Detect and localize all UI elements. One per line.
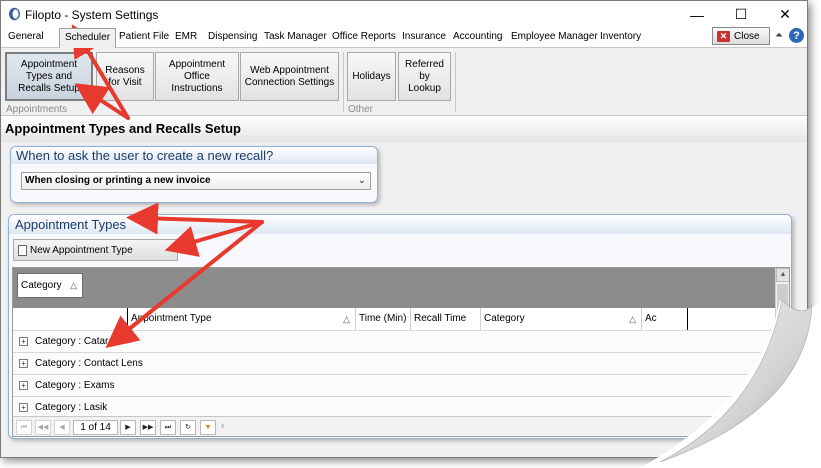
new-document-icon bbox=[18, 244, 27, 256]
close-button-label: Close bbox=[734, 30, 760, 42]
system-settings-window: Filopto - System Settings — ☐ ✕ General … bbox=[0, 0, 808, 458]
ribbon-separator bbox=[343, 52, 344, 112]
group-row-label: Category : Contact Lens bbox=[35, 358, 143, 369]
collapse-ribbon-icon[interactable]: ⏶ bbox=[775, 30, 783, 41]
settings-tab-bar: General Scheduler Patient File EMR Dispe… bbox=[1, 28, 807, 48]
refresh-icon[interactable]: ↻ bbox=[180, 420, 196, 435]
sort-icon: △ bbox=[343, 314, 350, 324]
appointment-types-panel: Appointment Types New Appointment Type C… bbox=[8, 214, 792, 439]
previous-record-icon[interactable]: ◀ bbox=[54, 420, 70, 435]
window-title: Filopto - System Settings bbox=[25, 8, 159, 22]
group-by-label: Category bbox=[21, 280, 62, 291]
expand-plus-icon[interactable]: + bbox=[19, 359, 28, 368]
tab-general[interactable]: General bbox=[8, 31, 44, 42]
help-icon[interactable]: ? bbox=[789, 28, 804, 43]
group-row-lasik[interactable]: + Category : Lasik bbox=[13, 396, 775, 418]
tab-dispensing[interactable]: Dispensing bbox=[208, 31, 257, 42]
column-header-label: Category bbox=[484, 313, 525, 324]
column-header-appointment-type[interactable]: Appointment Type △ bbox=[127, 308, 355, 330]
scheduler-ribbon: Appointment Types and Recalls Setup Reas… bbox=[1, 47, 807, 116]
column-header-active[interactable]: Ac bbox=[641, 308, 687, 330]
referred-by-lookup-button[interactable]: Referred by Lookup bbox=[398, 52, 451, 101]
page-title: Appointment Types and Recalls Setup bbox=[5, 121, 241, 136]
column-header-category[interactable]: Category △ bbox=[480, 308, 641, 330]
minimize-button[interactable]: — bbox=[675, 1, 719, 28]
column-header-recall-time[interactable]: Recall Time bbox=[410, 308, 480, 330]
group-by-category-chip[interactable]: Category △ bbox=[17, 273, 83, 298]
column-header-label: Appointment Type bbox=[131, 313, 212, 324]
new-appointment-type-label: New Appointment Type bbox=[30, 244, 133, 256]
group-row-exams[interactable]: + Category : Exams bbox=[13, 374, 775, 396]
appointment-types-heading: Appointment Types bbox=[9, 215, 791, 234]
appointment-types-button[interactable]: Appointment Types and Recalls Setup bbox=[5, 52, 93, 101]
window-close-button[interactable]: ✕ bbox=[763, 1, 807, 28]
ribbon-separator bbox=[455, 52, 456, 112]
tab-employee-manager[interactable]: Employee Manager bbox=[511, 31, 598, 42]
filter-icon[interactable]: ▼ bbox=[200, 420, 216, 435]
recall-trigger-value: When closing or printing a new invoice bbox=[25, 175, 211, 186]
grid-vertical-scrollbar[interactable]: ▲ bbox=[775, 268, 789, 436]
column-header-extra bbox=[687, 308, 775, 330]
group-row-label: Category : Exams bbox=[35, 380, 115, 391]
recall-trigger-select[interactable]: When closing or printing a new invoice ⌄ bbox=[21, 172, 371, 190]
expand-plus-icon[interactable]: + bbox=[19, 403, 28, 412]
first-page-icon[interactable]: ⏮ bbox=[16, 420, 32, 435]
recall-settings-panel: When to ask the user to create a new rec… bbox=[10, 146, 378, 203]
close-button[interactable]: ✕ Close bbox=[712, 27, 770, 45]
filopto-logo-icon bbox=[9, 7, 20, 21]
last-page-icon[interactable]: ⏭ bbox=[160, 420, 176, 435]
grid-pager: ⏮ ◀◀ ◀ 1 of 14 ▶ ▶▶ ⏭ ↻ ▼ ‹ bbox=[13, 416, 775, 436]
tab-inventory[interactable]: Inventory bbox=[600, 31, 641, 42]
new-appointment-type-button[interactable]: New Appointment Type bbox=[13, 239, 178, 261]
expand-plus-icon[interactable]: + bbox=[19, 381, 28, 390]
expand-plus-icon[interactable]: + bbox=[19, 337, 28, 346]
ribbon-group-appointments: Appointments bbox=[6, 104, 68, 115]
group-row-contact-lens[interactable]: + Category : Contact Lens bbox=[13, 352, 775, 374]
tab-patient-file[interactable]: Patient File bbox=[119, 31, 169, 42]
tab-insurance[interactable]: Insurance bbox=[402, 31, 446, 42]
grid-header: Appointment Type △ Time (Min) Recall Tim… bbox=[13, 308, 789, 330]
tab-emr[interactable]: EMR bbox=[175, 31, 197, 42]
pager-info: 1 of 14 bbox=[73, 420, 118, 435]
scrollbar-thumb[interactable] bbox=[777, 284, 788, 320]
tab-accounting[interactable]: Accounting bbox=[453, 31, 502, 42]
group-row-label: Category : Cataract bbox=[35, 336, 122, 347]
column-header-time[interactable]: Time (Min) bbox=[355, 308, 410, 330]
group-by-area: Category △ bbox=[13, 268, 789, 308]
tab-scheduler[interactable]: Scheduler bbox=[59, 28, 117, 48]
chevron-down-icon: ⌄ bbox=[357, 175, 366, 186]
recall-panel-heading: When to ask the user to create a new rec… bbox=[11, 147, 377, 164]
chevron-left-icon: ‹ bbox=[221, 420, 225, 432]
tab-office-reports[interactable]: Office Reports bbox=[332, 31, 396, 42]
holidays-button[interactable]: Holidays bbox=[347, 52, 396, 101]
appointment-types-grid: Category △ Appointment Type △ Time (Min)… bbox=[12, 267, 790, 437]
previous-page-icon[interactable]: ◀◀ bbox=[35, 420, 51, 435]
sort-icon: △ bbox=[629, 314, 636, 324]
office-instructions-button[interactable]: Appointment Office Instructions bbox=[155, 52, 239, 101]
close-x-icon: ✕ bbox=[717, 30, 730, 42]
maximize-button[interactable]: ☐ bbox=[719, 1, 763, 28]
group-row-cataract[interactable]: + Category : Cataract bbox=[13, 330, 775, 352]
next-page-icon[interactable]: ▶▶ bbox=[140, 420, 156, 435]
tab-task-manager[interactable]: Task Manager bbox=[264, 31, 327, 42]
scroll-up-icon[interactable]: ▲ bbox=[776, 268, 789, 282]
group-row-label: Category : Lasik bbox=[35, 402, 108, 413]
web-appointment-settings-button[interactable]: Web Appointment Connection Settings bbox=[240, 52, 339, 101]
reasons-for-visit-button[interactable]: Reasons for Visit bbox=[96, 52, 154, 101]
ribbon-group-other: Other bbox=[348, 104, 374, 115]
sort-ascending-icon: △ bbox=[70, 280, 77, 290]
next-record-icon[interactable]: ▶ bbox=[120, 420, 136, 435]
title-bar: Filopto - System Settings — ☐ ✕ bbox=[1, 1, 807, 28]
